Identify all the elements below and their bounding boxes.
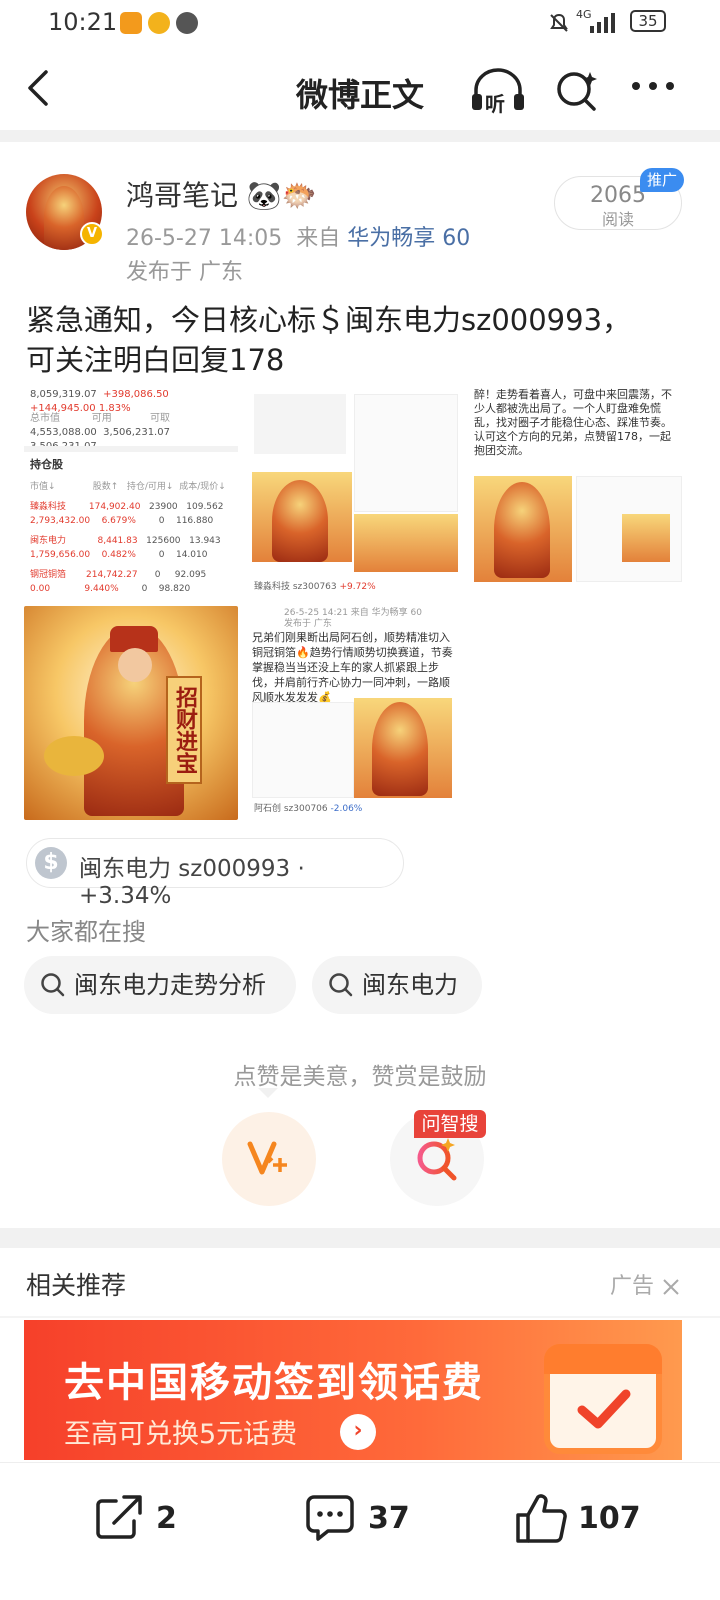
post-image-3[interactable]: 醉！走势看着喜人，可盘中来回震荡，不少人都被洗出局了。一个人盯盘难免慌乱，找对圈… xyxy=(472,384,686,598)
stock-tag-chip[interactable]: $ 闽东电力 sz000993 · +3.34% xyxy=(26,838,404,909)
scroll-text: 招财进宝 xyxy=(166,676,202,784)
ad-title: 去中国移动签到领话费 xyxy=(64,1360,484,1406)
like-count: 107 xyxy=(578,1501,641,1536)
verified-badge-icon: V xyxy=(80,222,104,246)
comment-count: 37 xyxy=(368,1501,410,1536)
share-icon xyxy=(96,1495,142,1539)
author-name[interactable]: 鸿哥笔记 🐼🐡 xyxy=(126,174,317,214)
post-image-4[interactable]: 招财进宝 xyxy=(24,606,238,820)
listen-button[interactable]: 听 xyxy=(470,68,526,116)
post-meta: 26-5-27 14:05 来自 华为畅享 60 xyxy=(126,220,470,252)
mute-icon xyxy=(550,13,568,32)
search-icon[interactable] xyxy=(554,68,600,114)
device-link[interactable]: 华为畅享 60 xyxy=(347,226,470,251)
signal-icon xyxy=(590,13,615,33)
stock-tag-text: 闽东电力 sz000993 · +3.34% xyxy=(79,856,305,909)
from-label: 来自 xyxy=(296,226,341,251)
ai-search-badge: 问智搜 xyxy=(414,1110,486,1138)
status-time: 10:21 xyxy=(48,8,118,36)
comment-icon xyxy=(306,1495,354,1541)
post-timestamp: 26-5-27 14:05 xyxy=(126,226,283,251)
search-icon xyxy=(41,973,65,997)
share-count: 2 xyxy=(156,1501,177,1536)
dollar-icon: $ xyxy=(35,847,67,879)
post-image-5[interactable]: 26-5-25 14:21 来自 华为畅享 60 发布于 广东 兄弟们刚果断出局… xyxy=(250,606,464,820)
promo-badge: 推广 xyxy=(640,168,684,192)
reward-button[interactable] xyxy=(222,1112,316,1206)
post-location: 发布于 广东 xyxy=(126,260,243,285)
status-bar: 10:21 4G 35 xyxy=(0,0,720,44)
comment-button[interactable]: 37 xyxy=(304,1493,424,1543)
nav-bar: 微博正文 听 xyxy=(0,48,720,130)
listen-label: 听 xyxy=(485,92,505,116)
read-label: 阅读 xyxy=(601,210,634,229)
author-emoji: 🐼🐡 xyxy=(246,179,317,212)
search-section-label: 大家都在搜 xyxy=(26,918,146,946)
related-label: 相关推荐 xyxy=(26,1271,127,1300)
reward-icon xyxy=(247,1141,287,1175)
cheer-text: 点赞是美意，赞赏是鼓励 xyxy=(233,1064,487,1090)
arrow-right-icon: › xyxy=(340,1414,376,1450)
search-suggestion-label: 闽东电力 xyxy=(362,971,458,999)
bottom-action-bar: 2 37 107 xyxy=(0,1462,720,1600)
close-icon[interactable] xyxy=(661,1277,681,1297)
post-content-line: 紧急通知，今日核心标＄闽东电力sz000993， xyxy=(26,303,632,337)
share-button[interactable]: 2 xyxy=(94,1493,194,1543)
weibo-notification-icon xyxy=(148,12,170,34)
browser-notification-icon xyxy=(176,12,198,34)
search-suggestion-label: 闽东电力走势分析 xyxy=(74,971,266,999)
ad-subtitle: 至高可兑换5元话费 xyxy=(64,1419,298,1450)
image-stock-tag: 阿石创 sz300706 -2.06% xyxy=(254,804,363,814)
search-suggestion[interactable]: 闽东电力走势分析 xyxy=(24,956,296,1014)
image-stock-tag: 臻淼科技 sz300763 +9.72% xyxy=(254,582,376,592)
page-title: 微博正文 xyxy=(295,76,424,114)
like-button[interactable]: 107 xyxy=(514,1493,654,1543)
post-content-line: 可关注明白回复178 xyxy=(26,343,285,377)
ad-label[interactable]: 广告 xyxy=(610,1268,681,1300)
post-content: 紧急通知，今日核心标＄闽东电力sz000993， 可关注明白回复178 xyxy=(26,300,696,380)
more-icon[interactable] xyxy=(630,80,676,92)
ad-banner[interactable]: 去中国移动签到领话费 至高可兑换5元话费 › xyxy=(24,1320,682,1460)
search-suggestion[interactable]: 闽东电力 xyxy=(312,956,482,1014)
calendar-icon xyxy=(544,1344,662,1454)
battery-indicator: 35 xyxy=(630,10,666,32)
ai-search-icon xyxy=(417,1138,457,1181)
post-image-1[interactable]: 8,059,319.07 +398,086.50 +144,945.00 1.8… xyxy=(24,384,238,598)
divider xyxy=(0,1228,720,1248)
divider xyxy=(0,1316,720,1318)
app-notification-icon xyxy=(120,12,142,34)
divider xyxy=(0,130,720,142)
search-icon xyxy=(329,973,353,997)
thumbs-up-icon xyxy=(516,1494,567,1543)
post-image-2[interactable]: 臻淼科技 sz300763 +9.72% xyxy=(250,384,464,598)
cheer-pointer xyxy=(258,1088,278,1098)
